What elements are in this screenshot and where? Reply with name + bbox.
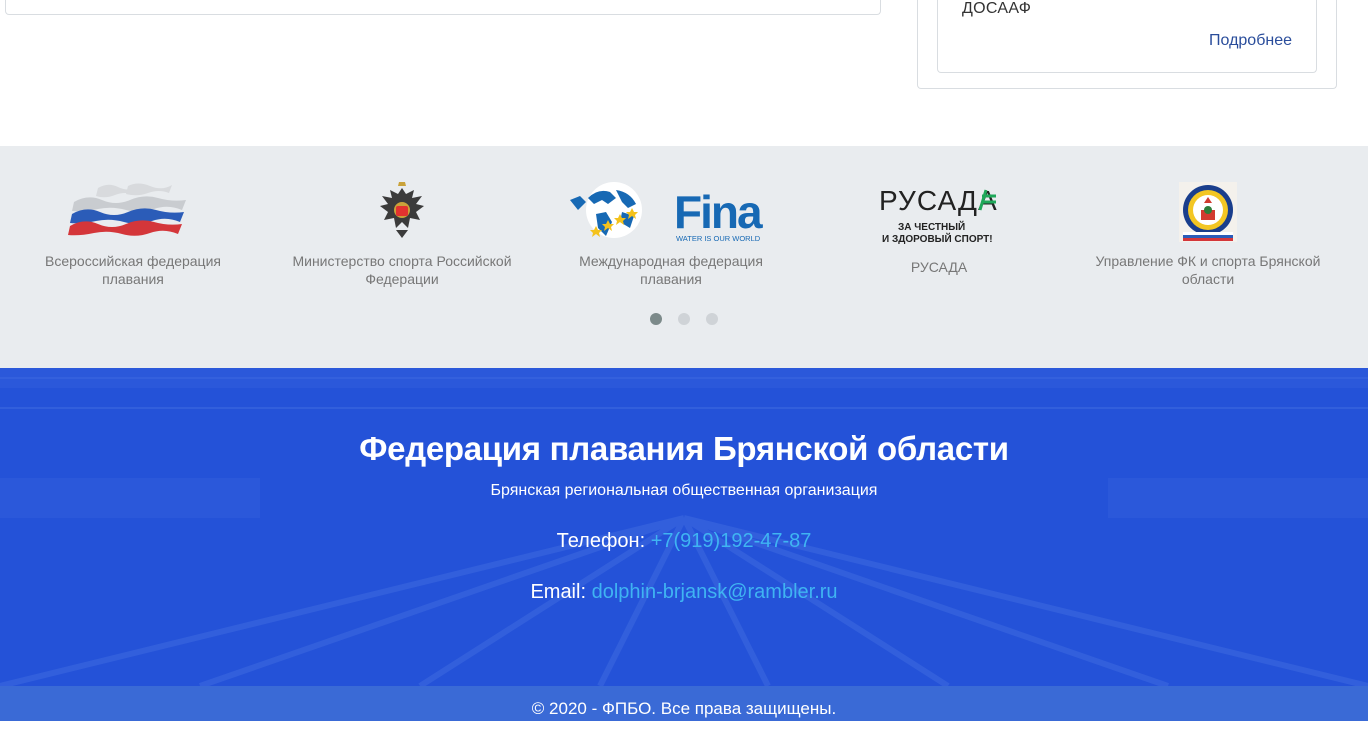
partner-name: РУСАДА [910, 259, 968, 275]
rusada-logo: РУСАДА ЗА ЧЕСТНЫЙ И ЗДОРОВЫЙ СПОРТ! [819, 180, 1059, 244]
partner-name: Всероссийская федерация плавания [45, 253, 221, 287]
content-area: ДОСААФ Подробнее [0, 0, 1368, 146]
partner-item-fina[interactable]: Fina WATER IS OUR WORLD Международная фе… [551, 180, 791, 288]
content-card [5, 0, 881, 15]
footer-phone: Телефон: +7(919)192-47-87 [0, 530, 1368, 553]
swimming-federation-flags-logo [13, 180, 253, 244]
partner-item-rusada[interactable]: РУСАДА ЗА ЧЕСТНЫЙ И ЗДОРОВЫЙ СПОРТ! РУСА… [819, 180, 1059, 276]
carousel-dot-3[interactable] [706, 313, 718, 325]
partner-name: Управление ФК и спорта Брянской области [1095, 253, 1321, 287]
pool-background-image [0, 368, 1368, 686]
fina-logo: Fina WATER IS OUR WORLD [551, 180, 791, 244]
partner-item-sport-ministry[interactable]: Министерство спорта Российской Федерации [282, 180, 522, 288]
sidebar-widget: ДОСААФ Подробнее [917, 0, 1337, 89]
double-headed-eagle-emblem [282, 180, 522, 244]
email-label: Email: [530, 581, 587, 603]
dosaaf-card: ДОСААФ Подробнее [937, 0, 1317, 73]
phone-label: Телефон: [556, 530, 646, 552]
fina-logo-tagline: WATER IS OUR WORLD [676, 234, 761, 243]
footer-subtitle: Брянская региональная общественная орган… [490, 482, 878, 499]
bryansk-sport-emblem [1088, 180, 1328, 244]
copyright-text: © 2020 - ФПБО. Все права защищены. [531, 699, 837, 718]
partners-carousel: Всероссийская федерация плавания Министе… [0, 146, 1368, 368]
email-link[interactable]: dolphin-brjansk@rambler.ru [592, 581, 838, 603]
fina-logo-text: Fina [674, 186, 763, 238]
rusada-logo-text: РУСАДА [879, 185, 998, 216]
carousel-dot-1[interactable] [650, 313, 662, 325]
partner-name: Международная федерация плавания [579, 253, 763, 287]
phone-link[interactable]: +7(919)192-47-87 [651, 530, 812, 552]
partner-name: Министерство спорта Российской Федерации [292, 253, 512, 287]
dosaaf-card-title: ДОСААФ [962, 0, 1032, 17]
copyright-bar: © 2020 - ФПБО. Все права защищены. [0, 686, 1368, 721]
carousel-dot-2[interactable] [678, 313, 690, 325]
partner-item-swimming-federation[interactable]: Всероссийская федерация плавания [13, 180, 253, 288]
rusada-tagline-2: И ЗДОРОВЫЙ СПОРТ! [882, 232, 993, 244]
footer: Федерация плавания Брянской области Брян… [0, 368, 1368, 686]
partner-item-bryansk-sport[interactable]: Управление ФК и спорта Брянской области [1088, 180, 1328, 288]
footer-email: Email: dolphin-brjansk@rambler.ru [0, 581, 1368, 604]
carousel-pagination [0, 313, 1368, 325]
more-link[interactable]: Подробнее [1209, 32, 1292, 50]
footer-title: Федерация плавания Брянской области [359, 430, 1009, 467]
rusada-tagline-1: ЗА ЧЕСТНЫЙ [898, 220, 965, 233]
